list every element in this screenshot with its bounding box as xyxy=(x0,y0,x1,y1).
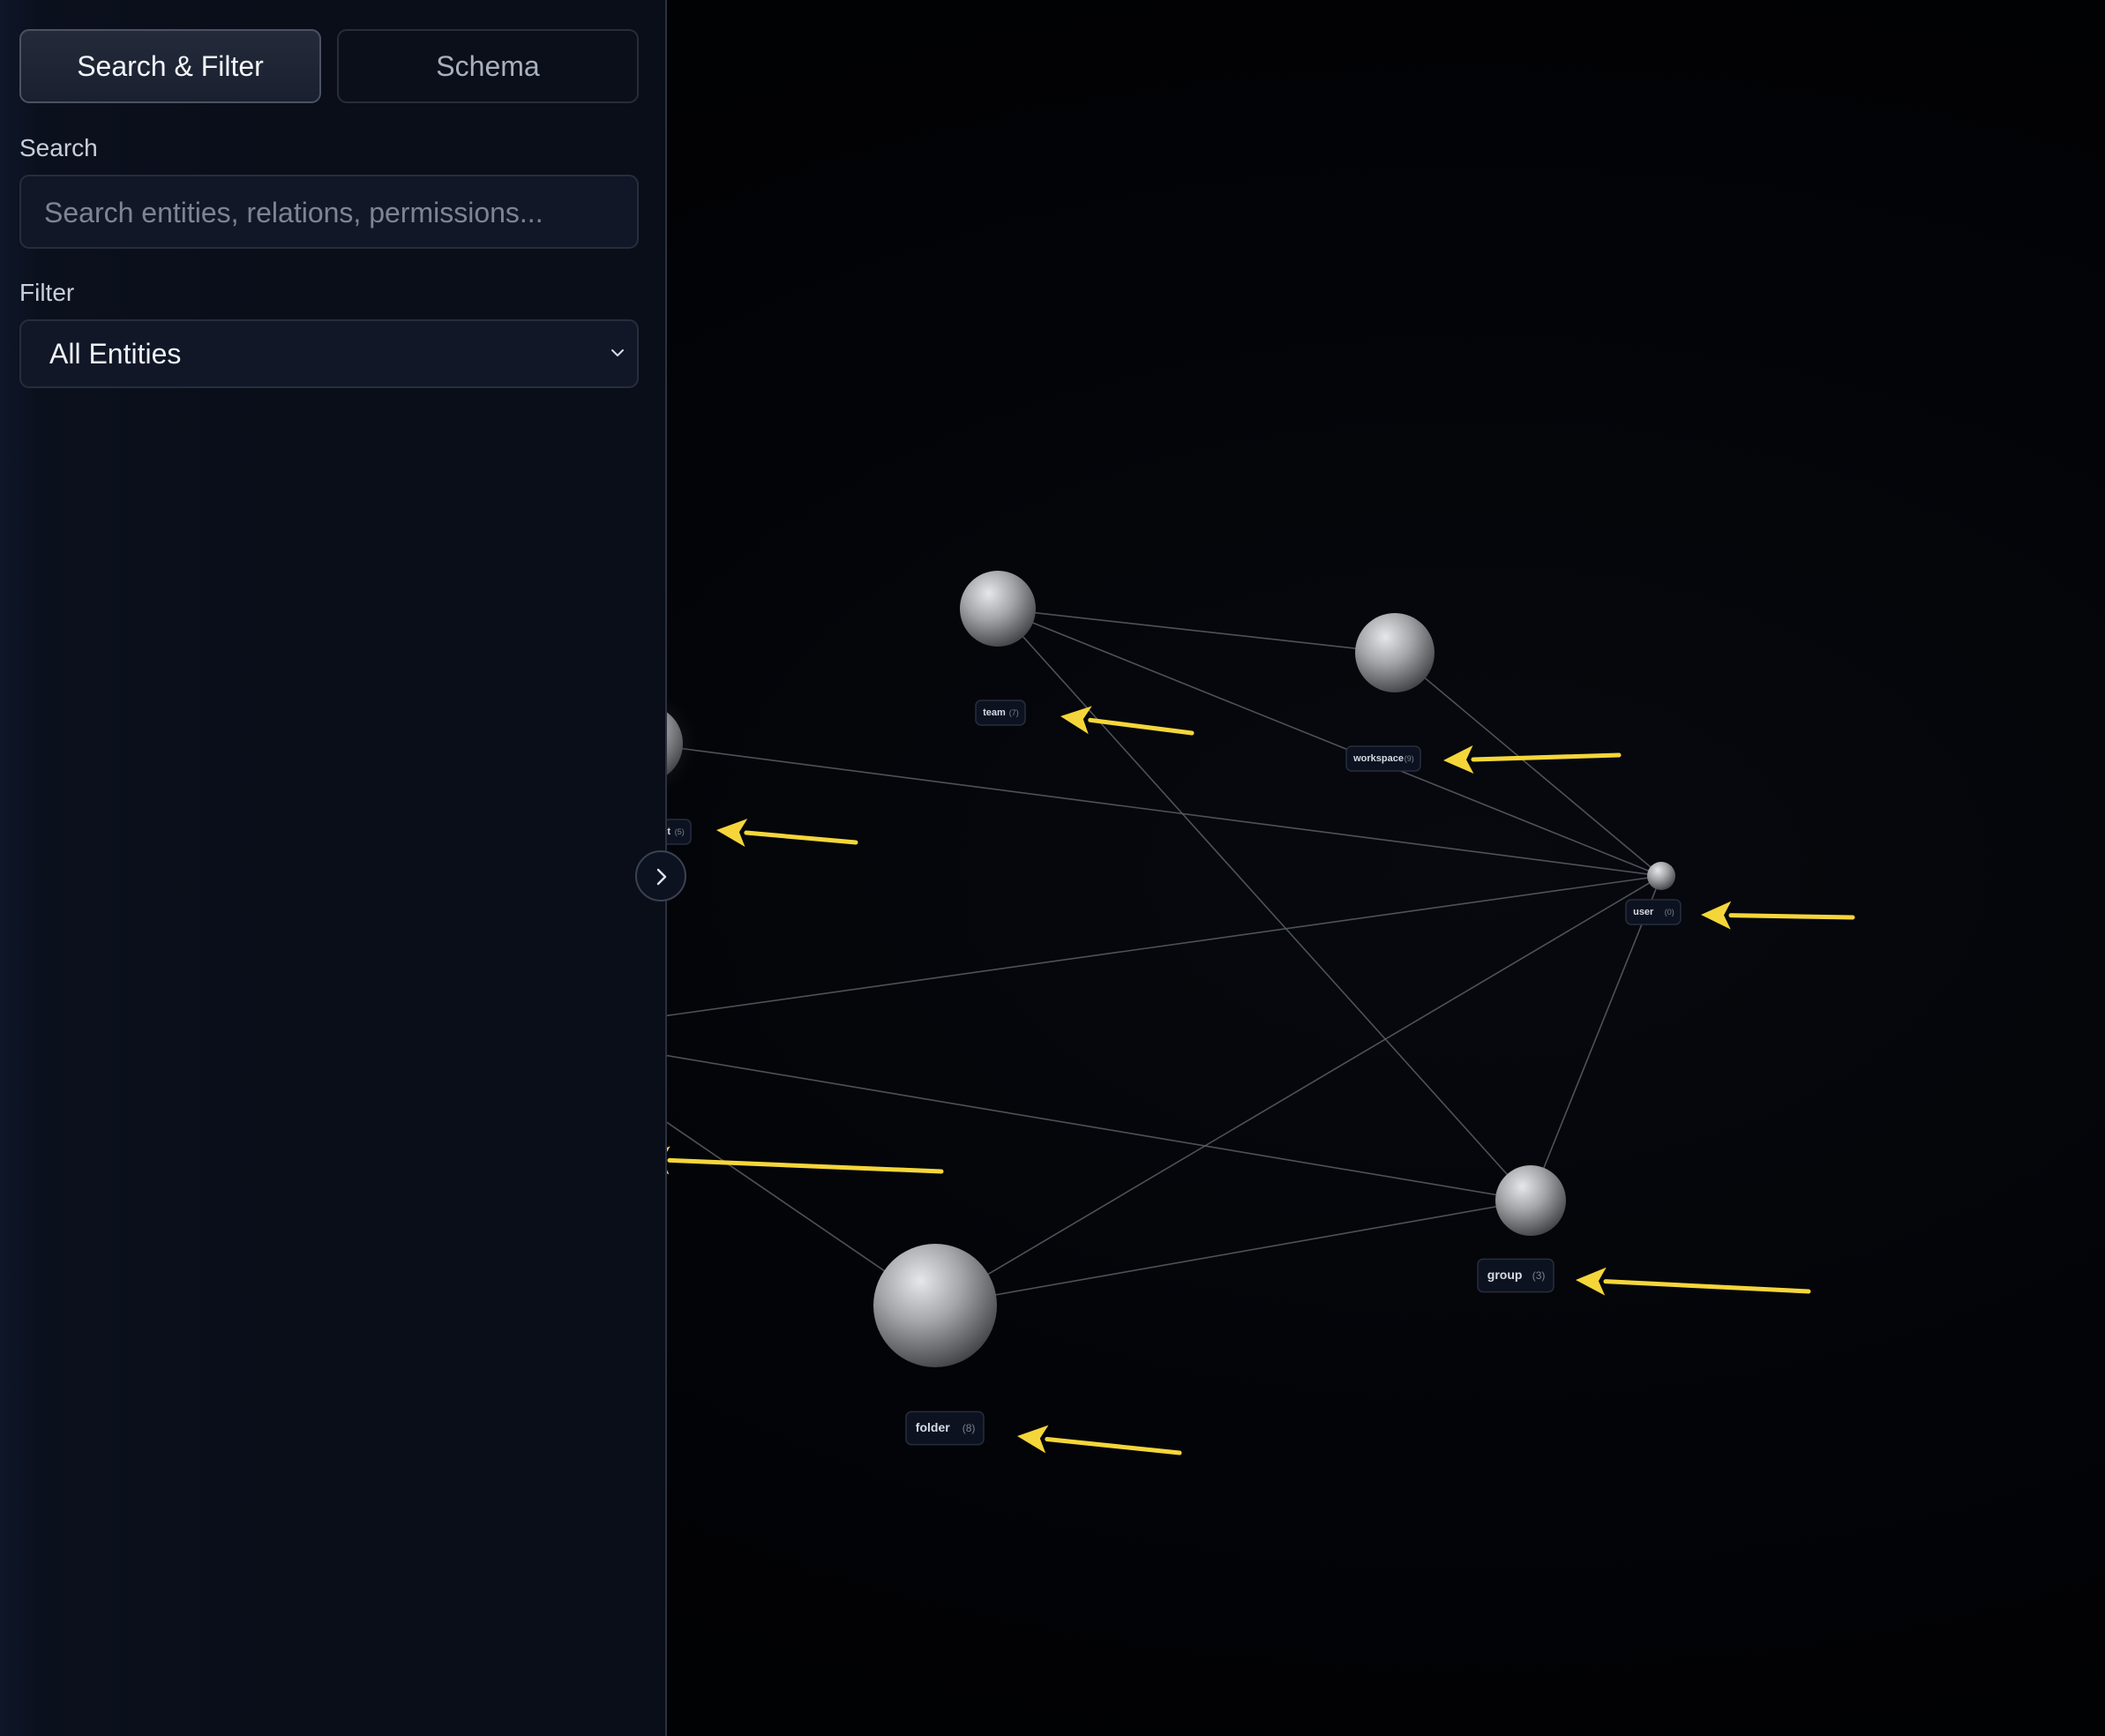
sidebar: Search & Filter Schema Search Filter All… xyxy=(0,0,667,1736)
edge-team-user xyxy=(997,608,1662,877)
yellow-arrow-shaft xyxy=(1603,1279,1811,1294)
tab-search-filter[interactable]: Search & Filter xyxy=(19,29,321,103)
node-label-count: (8) xyxy=(963,1422,976,1434)
chevron-right-icon xyxy=(656,868,667,886)
edge-team-workspace xyxy=(997,608,1396,654)
edge-comment-user xyxy=(643,743,1662,877)
node-label-name: user xyxy=(1633,907,1654,917)
edge-document-user xyxy=(536,875,1662,1035)
edge-workspace-user xyxy=(1394,652,1662,877)
sidebar-tabs: Search & Filter Schema xyxy=(19,29,639,103)
filter-label: Filter xyxy=(19,279,75,306)
yellow-arrow-shaft xyxy=(744,830,858,845)
chevron-down-icon xyxy=(609,344,626,362)
yellow-arrow-head xyxy=(1060,706,1092,735)
search-field[interactable] xyxy=(19,175,639,249)
yellow-arrow-shaft xyxy=(667,1157,944,1174)
node-group[interactable] xyxy=(1495,1165,1566,1236)
yellow-arrow-head xyxy=(1576,1267,1607,1296)
node-label-name: team xyxy=(983,707,1006,718)
node-label-name: group xyxy=(1487,1268,1523,1282)
edge-document-group xyxy=(536,1033,1532,1201)
yellow-arrow-head xyxy=(1017,1425,1049,1454)
search-label: Search xyxy=(19,134,98,161)
node-folder[interactable] xyxy=(873,1244,997,1367)
search-input[interactable] xyxy=(42,176,619,249)
filter-selected-value: All Entities xyxy=(49,338,182,370)
node-label-name: folder xyxy=(916,1420,950,1434)
sidebar-toggle-button[interactable] xyxy=(635,850,686,902)
yellow-arrow-head xyxy=(1701,901,1732,930)
node-label-count: (7) xyxy=(1009,708,1019,717)
tab-schema[interactable]: Schema xyxy=(337,29,639,103)
node-label-name: workspace xyxy=(1352,753,1404,764)
edge-team-group xyxy=(997,608,1532,1201)
yellow-arrow-head xyxy=(716,819,748,847)
yellow-arrow-shaft xyxy=(1471,752,1622,762)
node-label-count: (9) xyxy=(1405,754,1414,763)
labels-layer: team(7)workspace(9)comment(5)user(0)docu… xyxy=(515,700,1682,1446)
node-label-count: (0) xyxy=(1665,908,1674,917)
filter-select[interactable]: All Entities xyxy=(19,319,639,388)
node-user[interactable] xyxy=(1647,862,1675,890)
node-label-count: (3) xyxy=(1532,1269,1546,1282)
node-workspace[interactable] xyxy=(1355,613,1435,692)
node-team[interactable] xyxy=(960,571,1036,647)
yellow-arrow-shaft xyxy=(1045,1436,1182,1455)
yellow-arrow-shaft xyxy=(1728,913,1855,920)
yellow-arrow-shaft xyxy=(1088,717,1195,736)
edges-layer xyxy=(536,608,1662,1306)
yellow-arrow-head xyxy=(1443,745,1474,774)
node-label-count: (5) xyxy=(675,827,685,836)
